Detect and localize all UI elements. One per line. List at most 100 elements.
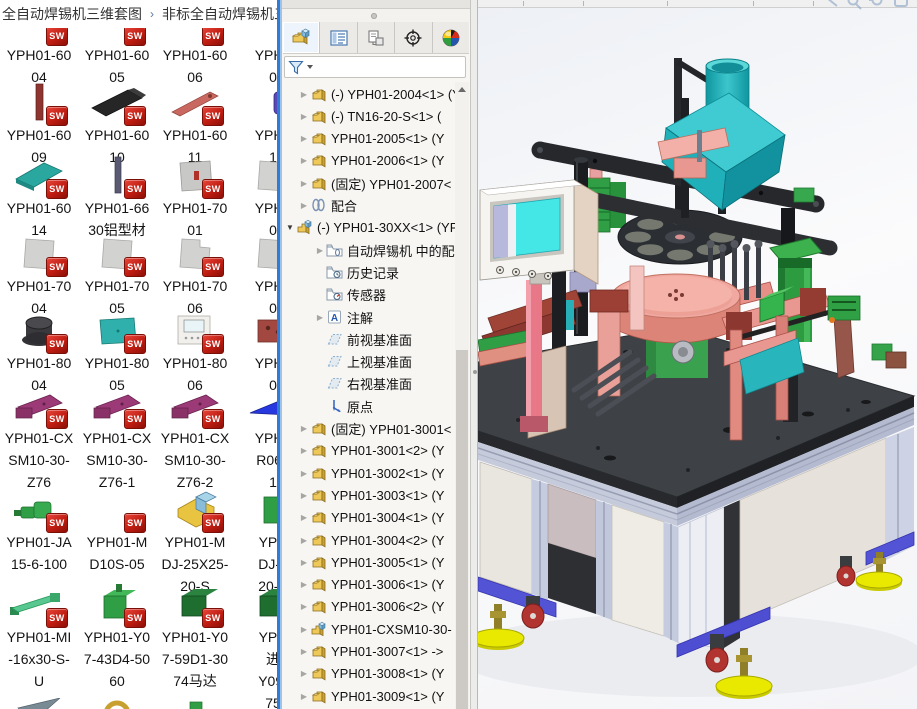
panel-drag-handle[interactable] (282, 9, 470, 22)
tree-item[interactable]: ▶配合 (284, 194, 455, 216)
scrollbar-thumb[interactable] (456, 350, 468, 709)
tree-item[interactable]: ▶YPH01-3008<1> (Y (284, 662, 455, 684)
part-file-item[interactable]: SWYPH00 (234, 236, 277, 319)
tree-item[interactable]: ▶(固定) YPH01-3001< (284, 417, 455, 439)
tree-item[interactable]: ▶(-) YPH01-2004<1> (Y (284, 83, 455, 105)
part-file-item[interactable]: SWYPH0R0611 (234, 390, 277, 493)
expand-arrow-icon[interactable]: ▶ (298, 112, 310, 121)
tab-featuremanager[interactable] (283, 22, 320, 53)
expand-arrow-icon[interactable]: ▶ (298, 669, 310, 678)
expand-arrow-icon[interactable]: ▶ (314, 246, 326, 255)
part-file-label: YPH01-MI-16x30-S-U (0, 626, 78, 692)
tree-item[interactable]: ▶YPH01-2006<1> (Y (284, 149, 455, 171)
expand-arrow-icon[interactable]: ▼ (284, 223, 296, 232)
part-file-item[interactable]: SWYPH01-8006 (156, 312, 234, 396)
tree-item-label: (-) YPH01-30XX<1> (YP (317, 220, 455, 235)
part-file-item[interactable]: SWYPH01-CXSM10-30-Z76-2 (156, 390, 234, 493)
tree-item[interactable]: ▶(-) TN16-20-S<1> ( (284, 105, 455, 127)
part-thumbnail: SW (234, 84, 277, 124)
part-file-item[interactable]: SWYPH01-MD10S-05 (78, 486, 156, 575)
tree-filter-input[interactable] (284, 56, 466, 78)
solidworks-badge-icon: SW (46, 334, 68, 354)
tab-displaymanager[interactable] (433, 22, 469, 53)
expand-arrow-icon[interactable]: ▶ (298, 491, 310, 500)
tree-item[interactable]: ▼ (-) YPH01-30XX<1> (YP (284, 216, 455, 238)
part-file-item[interactable]: SWYPH01-7004 (0, 236, 78, 319)
tree-item[interactable]: ▶YPH01-3004<2> (Y (284, 529, 455, 551)
part-file-item[interactable]: SWYPH01-Y07-43D4-5060 (78, 580, 156, 692)
expand-arrow-icon[interactable]: ▶ (298, 90, 310, 99)
breadcrumb-folder[interactable]: 全自动焊锡机三维套图 (0, 4, 144, 24)
tab-configurationmanager[interactable] (358, 22, 395, 53)
expand-arrow-icon[interactable]: ▶ (298, 580, 310, 589)
expand-arrow-icon[interactable]: ▶ (298, 424, 310, 433)
tab-propertymanager[interactable] (320, 22, 357, 53)
expand-arrow-icon[interactable]: ▶ (298, 179, 310, 188)
part-file-item[interactable]: SWYPH01-8004 (0, 312, 78, 396)
tree-item[interactable]: ▶YPH01-3007<1> -> (284, 640, 455, 662)
part-file-item[interactable]: SWYPH01-6630铝型材 (78, 158, 156, 241)
expand-arrow-icon[interactable]: ▶ (298, 558, 310, 567)
part-file-item[interactable]: SWYPH01-7006 (156, 236, 234, 319)
tree-item[interactable]: 传感器 (284, 283, 455, 305)
part-file-item[interactable]: SWYPH01-JA15-6-100 (0, 486, 78, 575)
tree-item[interactable]: ▶YPH01-3002<1> (Y (284, 462, 455, 484)
filter-dropdown-caret-icon[interactable] (307, 65, 313, 69)
tree-item[interactable]: ▶自动焊锡机 中的配合 (284, 239, 455, 261)
scrollbar-up-button[interactable] (455, 82, 469, 97)
expand-arrow-icon[interactable]: ▶ (298, 513, 310, 522)
part-file-item[interactable]: SWYPH01-CXSM10-30-Z76 (0, 390, 78, 493)
expand-arrow-icon[interactable]: ▶ (298, 134, 310, 143)
expand-arrow-icon[interactable]: ▶ (298, 602, 310, 611)
solidworks-badge-icon: SW (202, 513, 224, 533)
expand-arrow-icon[interactable]: ▶ (298, 156, 310, 165)
tree-item[interactable]: ▶YPH01-2005<1> (Y (284, 127, 455, 149)
expand-arrow-icon[interactable]: ▶ (298, 625, 310, 634)
part-file-item[interactable] (0, 694, 78, 709)
tree-item[interactable]: ▶YPH01-3003<1> (Y (284, 484, 455, 506)
part-file-item[interactable] (156, 694, 234, 709)
part-file-label: YPH01-CXSM10-30-Z76 (0, 427, 78, 493)
expand-arrow-icon[interactable]: ▶ (298, 201, 310, 210)
tree-item[interactable]: ▶YPH01-3009<1> (Y (284, 685, 455, 707)
expand-arrow-icon[interactable]: ▶ (314, 313, 326, 322)
expand-arrow-icon[interactable]: ▶ (298, 692, 310, 701)
part-file-item[interactable]: SWYPH进Y09-75 (234, 580, 277, 709)
part-file-item[interactable]: SWYPH01-7001 (156, 158, 234, 241)
tree-item[interactable]: 右视基准面 (284, 372, 455, 394)
tree-item[interactable]: 上视基准面 (284, 350, 455, 372)
part-file-item[interactable]: SWYPH01-6014 (0, 158, 78, 241)
tree-item[interactable]: ▶YPH01-CXSM10-30- (284, 618, 455, 640)
solidworks-badge-icon: SW (124, 106, 146, 126)
tree-item[interactable]: 历史记录 (284, 261, 455, 283)
tab-dimxpertmanager[interactable] (395, 22, 432, 53)
tree-item[interactable]: ▶YPH01-3006<1> (Y (284, 573, 455, 595)
expand-arrow-icon[interactable]: ▶ (298, 536, 310, 545)
breadcrumb-folder-current[interactable]: 非标全自动焊锡机三维套 (160, 4, 277, 24)
part-icon (310, 152, 328, 168)
expand-arrow-icon[interactable]: ▶ (298, 469, 310, 478)
expand-arrow-icon[interactable]: ▶ (298, 647, 310, 656)
tree-scrollbar[interactable] (455, 82, 469, 709)
part-file-item[interactable]: SWYPH01-Y07-59D1-3074马达 (156, 580, 234, 692)
part-file-item[interactable]: SWYPH01-MI-16x30-S-U (0, 580, 78, 692)
part-file-item[interactable]: SWYPH00 (234, 312, 277, 396)
tree-item[interactable]: ▶YPH01-3006<2> (Y (284, 595, 455, 617)
tree-item[interactable]: ▶YPH01-3005<1> (Y (284, 551, 455, 573)
part-thumbnail: SW (234, 580, 277, 626)
tree-item[interactable]: ▶YPH01-3001<2> (Y (284, 439, 455, 461)
tree-item[interactable]: 前视基准面 (284, 328, 455, 350)
tree-item[interactable]: ▶YPH01-3004<1> (Y (284, 506, 455, 528)
part-file-item[interactable] (78, 694, 156, 709)
part-file-item[interactable]: SWYPH00 (234, 158, 277, 241)
tree-item[interactable]: ▶(固定) YPH01-2007< (284, 172, 455, 194)
tree-item[interactable]: ▶A注解 (284, 306, 455, 328)
tree-item[interactable]: 原点 (284, 395, 455, 417)
panel-splitter[interactable] (470, 0, 478, 709)
part-file-item[interactable]: SWYPH01-8005 (78, 312, 156, 396)
part-file-item[interactable] (234, 694, 277, 709)
3d-viewport[interactable] (478, 0, 917, 709)
part-file-item[interactable]: SWYPH01-CXSM10-30-Z76-1 (78, 390, 156, 493)
expand-arrow-icon[interactable]: ▶ (298, 446, 310, 455)
part-file-item[interactable]: SWYPH01-7005 (78, 236, 156, 319)
